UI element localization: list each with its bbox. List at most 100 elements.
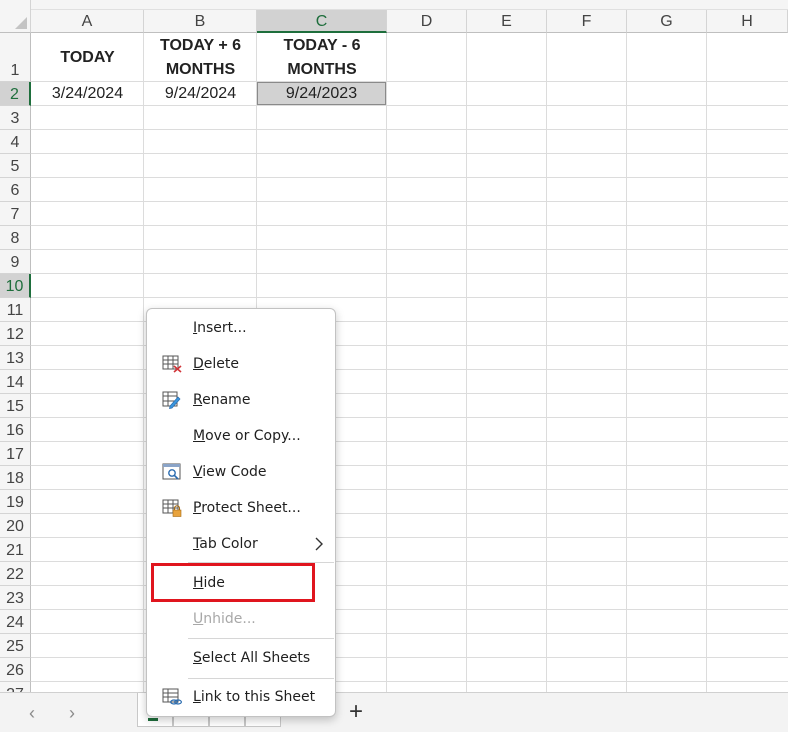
- menu-item-insert[interactable]: Insert...: [147, 311, 335, 345]
- row-header-11[interactable]: 11: [0, 298, 31, 322]
- gridline: [31, 585, 788, 586]
- accel-key: P: [193, 500, 202, 516]
- accel-key: L: [193, 689, 201, 705]
- cell-a2[interactable]: 3/24/2024: [31, 82, 144, 106]
- menu-item-protect-sheet[interactable]: Protect Sheet...: [147, 491, 335, 525]
- menu-item-label: ename: [202, 392, 251, 408]
- row-header-27[interactable]: 27: [0, 682, 31, 692]
- column-header-g[interactable]: G: [627, 10, 707, 33]
- cell-c1-line1: TODAY - 6: [283, 36, 361, 54]
- row-header-3[interactable]: 3: [0, 106, 31, 130]
- gridline: [31, 393, 788, 394]
- cell-b1[interactable]: TODAY + 6 MONTHS: [144, 33, 257, 82]
- row-header-1[interactable]: 1: [0, 33, 31, 82]
- row-header-10[interactable]: 10: [0, 274, 31, 298]
- add-sheet-button[interactable]: +: [345, 700, 367, 724]
- cell-c1[interactable]: TODAY - 6 MONTHS: [257, 33, 387, 82]
- next-sheet-button[interactable]: ›: [62, 703, 82, 723]
- row-header-6[interactable]: 6: [0, 178, 31, 202]
- menu-item-label: elete: [203, 356, 239, 372]
- row-header-15[interactable]: 15: [0, 394, 31, 418]
- gridline: [466, 33, 467, 692]
- column-header-h[interactable]: H: [707, 10, 788, 33]
- gridline: [31, 465, 788, 466]
- column-header-f[interactable]: F: [547, 10, 627, 33]
- cell-a1[interactable]: TODAY: [31, 33, 144, 82]
- row-header-23[interactable]: 23: [0, 586, 31, 610]
- gridline: [31, 321, 788, 322]
- gridline: [546, 33, 547, 692]
- row-header-13[interactable]: 13: [0, 346, 31, 370]
- row-header-20[interactable]: 20: [0, 514, 31, 538]
- menu-item-link-to-sheet[interactable]: Link to this Sheet: [147, 680, 335, 714]
- row-header-12[interactable]: 12: [0, 322, 31, 346]
- column-header-e[interactable]: E: [467, 10, 547, 33]
- row-header-8[interactable]: 8: [0, 226, 31, 250]
- menu-separator: [188, 638, 334, 639]
- row-header-24[interactable]: 24: [0, 610, 31, 634]
- accel-key: S: [193, 650, 202, 666]
- chevron-right-icon: [315, 537, 323, 551]
- menu-item-move-or-copy[interactable]: Move or Copy...: [147, 419, 335, 453]
- menu-item-rename[interactable]: Rename: [147, 383, 335, 417]
- gridline: [706, 33, 707, 692]
- menu-item-label: ink to this Sheet: [200, 689, 316, 705]
- protect-sheet-icon: [162, 499, 182, 517]
- spreadsheet-grid[interactable]: A B C D E F G H 1 2 3 4 5 6 7 8 9 10 11 …: [0, 0, 788, 692]
- row-header-26[interactable]: 26: [0, 658, 31, 682]
- row-header-9[interactable]: 9: [0, 250, 31, 274]
- row-header-17[interactable]: 17: [0, 442, 31, 466]
- column-header-c[interactable]: C: [257, 10, 387, 33]
- row-header-7[interactable]: 7: [0, 202, 31, 226]
- gridline: [31, 657, 788, 658]
- gridline: [31, 417, 788, 418]
- view-code-icon: [162, 463, 181, 480]
- sheet-context-menu: Insert... Delete Rename Move or Copy... …: [146, 308, 336, 717]
- menu-separator: [188, 678, 334, 679]
- column-header-a[interactable]: A: [31, 10, 144, 33]
- select-all-corner[interactable]: [0, 0, 31, 33]
- column-header-b[interactable]: B: [144, 10, 257, 33]
- gridline: [31, 609, 788, 610]
- menu-item-label: ab Color: [199, 536, 258, 552]
- menu-item-unhide: Unhide...: [147, 602, 335, 636]
- gridline: [31, 273, 788, 274]
- menu-item-view-code[interactable]: View Code: [147, 455, 335, 489]
- prev-sheet-button[interactable]: ‹: [22, 703, 42, 723]
- menu-item-tab-color[interactable]: Tab Color: [147, 527, 335, 561]
- row-header-19[interactable]: 19: [0, 490, 31, 514]
- gridline: [31, 489, 788, 490]
- column-header-d[interactable]: D: [387, 10, 467, 33]
- gridline: [31, 441, 788, 442]
- accel-key: V: [193, 464, 203, 480]
- menu-item-delete[interactable]: Delete: [147, 347, 335, 381]
- row-header-5[interactable]: 5: [0, 154, 31, 178]
- cell-c1-line2: MONTHS: [287, 60, 357, 78]
- gridline: [31, 201, 788, 202]
- row-header-16[interactable]: 16: [0, 418, 31, 442]
- cell-b2[interactable]: 9/24/2024: [144, 82, 257, 106]
- row-header-25[interactable]: 25: [0, 634, 31, 658]
- row-header-22[interactable]: 22: [0, 562, 31, 586]
- row-header-18[interactable]: 18: [0, 466, 31, 490]
- cell-a1-text: TODAY: [60, 48, 115, 66]
- gridline: [31, 177, 788, 178]
- gridline: [386, 33, 387, 692]
- gridline: [31, 129, 788, 130]
- row-header-2[interactable]: 2: [0, 82, 31, 106]
- gridline: [31, 513, 788, 514]
- gridline: [31, 681, 788, 682]
- hide-highlight-box: [151, 563, 315, 602]
- gridline: [31, 225, 788, 226]
- gridline: [143, 33, 144, 692]
- cell-b1-line1: TODAY + 6: [159, 36, 242, 54]
- gridline: [31, 249, 788, 250]
- row-header-14[interactable]: 14: [0, 370, 31, 394]
- row-header-4[interactable]: 4: [0, 130, 31, 154]
- row-header-21[interactable]: 21: [0, 538, 31, 562]
- menu-item-label: elect All Sheets: [201, 650, 311, 666]
- menu-item-label: rotect Sheet...: [201, 500, 301, 516]
- cell-c2-active[interactable]: 9/24/2023: [257, 82, 386, 105]
- header-strip: [31, 0, 788, 10]
- menu-item-select-all-sheets[interactable]: Select All Sheets: [147, 641, 335, 675]
